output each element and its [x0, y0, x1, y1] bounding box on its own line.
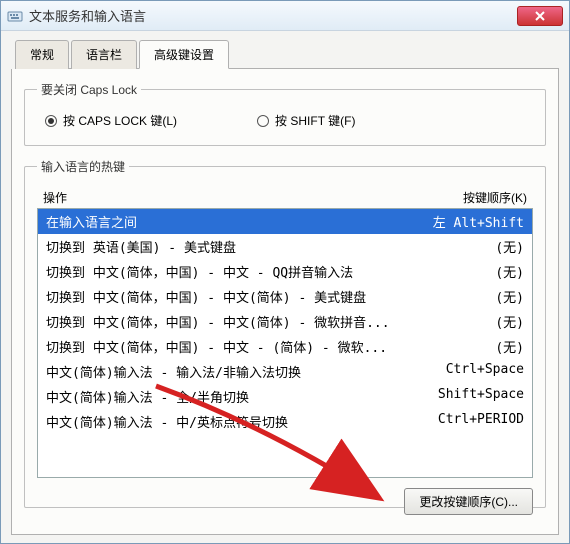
radio-dot-icon — [45, 115, 57, 127]
hotkey-row[interactable]: 切换到 中文(简体，中国) - 中文 - (简体) - 微软...(无) — [38, 334, 532, 359]
tab-panel: 要关闭 Caps Lock 按 CAPS LOCK 键(L) 按 SHIFT 键… — [11, 69, 559, 535]
capslock-legend: 要关闭 Caps Lock — [37, 81, 141, 98]
hotkey-key: (无) — [414, 312, 524, 331]
hotkey-op: 中文(简体)输入法 - 输入法/非输入法切换 — [46, 362, 414, 381]
hotkey-op: 切换到 中文(简体，中国) - 中文(简体) - 微软拼音... — [46, 312, 414, 331]
hotkey-op: 在输入语言之间 — [46, 212, 414, 231]
app-icon — [7, 8, 23, 24]
radio-label: 按 CAPS LOCK 键(L) — [63, 112, 177, 129]
hotkey-op: 中文(简体)输入法 - 中/英标点符号切换 — [46, 412, 414, 431]
hotkey-key: (无) — [414, 287, 524, 306]
hotkey-header: 操作 按键顺序(K) — [37, 185, 533, 208]
tab-strip: 常规 语言栏 高级键设置 — [15, 39, 559, 69]
hotkey-key: (无) — [414, 237, 524, 256]
hotkey-key: Ctrl+PERIOD — [414, 412, 524, 431]
change-key-sequence-button[interactable]: 更改按键顺序(C)... — [404, 488, 533, 515]
hotkey-legend: 输入语言的热键 — [37, 158, 129, 175]
hotkey-op: 切换到 中文(简体，中国) - 中文 - (简体) - 微软... — [46, 337, 414, 356]
hotkey-row[interactable]: 切换到 中文(简体，中国) - 中文 - QQ拼音输入法(无) — [38, 259, 532, 284]
tab-language-bar[interactable]: 语言栏 — [71, 40, 137, 69]
hotkey-key: 左 Alt+Shift — [414, 212, 524, 231]
tab-advanced-keys[interactable]: 高级键设置 — [139, 40, 229, 69]
hotkey-row[interactable]: 切换到 英语(美国) - 美式键盘(无) — [38, 234, 532, 259]
client-area: 常规 语言栏 高级键设置 要关闭 Caps Lock 按 CAPS LOCK 键… — [1, 31, 569, 543]
hotkey-row[interactable]: 中文(简体)输入法 - 全/半角切换Shift+Space — [38, 384, 532, 409]
radio-capslock[interactable]: 按 CAPS LOCK 键(L) — [45, 112, 177, 129]
hotkey-key: (无) — [414, 337, 524, 356]
hotkey-row[interactable]: 中文(简体)输入法 - 中/英标点符号切换Ctrl+PERIOD — [38, 409, 532, 434]
hotkey-row[interactable]: 切换到 中文(简体，中国) - 中文(简体) - 微软拼音...(无) — [38, 309, 532, 334]
hotkey-key: Ctrl+Space — [414, 362, 524, 381]
tab-general[interactable]: 常规 — [15, 40, 69, 69]
hotkey-op: 切换到 英语(美国) - 美式键盘 — [46, 237, 414, 256]
window-title: 文本服务和输入语言 — [29, 6, 517, 25]
close-button[interactable] — [517, 6, 563, 26]
radio-label: 按 SHIFT 键(F) — [275, 112, 355, 129]
hotkey-key: Shift+Space — [414, 387, 524, 406]
col-operation: 操作 — [43, 189, 417, 206]
hotkey-listbox[interactable]: 在输入语言之间左 Alt+Shift切换到 英语(美国) - 美式键盘(无)切换… — [37, 208, 533, 478]
hotkey-group: 输入语言的热键 操作 按键顺序(K) 在输入语言之间左 Alt+Shift切换到… — [24, 158, 546, 508]
hotkey-key: (无) — [414, 262, 524, 281]
hotkey-op: 切换到 中文(简体，中国) - 中文(简体) - 美式键盘 — [46, 287, 414, 306]
hotkey-op: 切换到 中文(简体，中国) - 中文 - QQ拼音输入法 — [46, 262, 414, 281]
radio-dot-icon — [257, 115, 269, 127]
col-keysequence: 按键顺序(K) — [417, 189, 527, 206]
hotkey-row[interactable]: 切换到 中文(简体，中国) - 中文(简体) - 美式键盘(无) — [38, 284, 532, 309]
capslock-group: 要关闭 Caps Lock 按 CAPS LOCK 键(L) 按 SHIFT 键… — [24, 81, 546, 146]
radio-shift[interactable]: 按 SHIFT 键(F) — [257, 112, 355, 129]
hotkey-op: 中文(简体)输入法 - 全/半角切换 — [46, 387, 414, 406]
dialog-window: 文本服务和输入语言 常规 语言栏 高级键设置 要关闭 Caps Lock 按 C… — [0, 0, 570, 544]
hotkey-row[interactable]: 中文(简体)输入法 - 输入法/非输入法切换Ctrl+Space — [38, 359, 532, 384]
hotkey-row[interactable]: 在输入语言之间左 Alt+Shift — [38, 209, 532, 234]
titlebar: 文本服务和输入语言 — [1, 1, 569, 31]
